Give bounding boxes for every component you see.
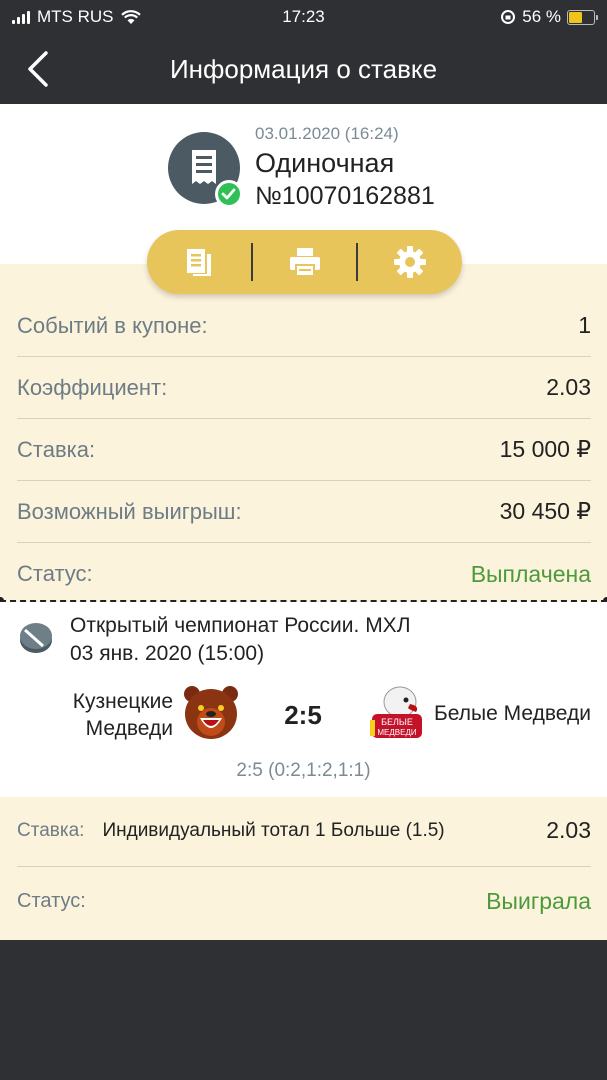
selection-status-value: Выиграла <box>486 888 591 914</box>
coefficient-value: 2.03 <box>546 374 591 400</box>
event-date: 03 янв. 2020 (15:00) <box>70 642 265 665</box>
battery-icon <box>567 9 598 25</box>
stake-label: Ставка: <box>17 436 96 462</box>
selection-stake-label: Ставка: <box>17 819 85 841</box>
bet-number: №10070162881 <box>255 182 435 210</box>
match-score: 2:5 <box>284 700 322 730</box>
bet-selection-row: Ставка: Индивидуальный тотал 1 Больше (1… <box>17 817 591 844</box>
stake-value: 15 000 ₽ <box>499 436 591 462</box>
championship-name: Открытый чемпионат России. МХЛ <box>70 614 411 637</box>
selection-status-row: Статус: Выиграла <box>17 888 591 915</box>
selection-description: Индивидуальный тотал 1 Больше (1.5) <box>102 819 445 841</box>
events-count-row: Событий в купоне: 1 <box>17 295 591 357</box>
possible-win-value: 30 450 ₽ <box>499 498 591 524</box>
bet-date: 03.01.2020 (16:24) <box>255 124 399 143</box>
bet-type: Одиночная <box>255 148 395 178</box>
coefficient-row: Коэффициент: 2.03 <box>17 357 591 419</box>
home-team-name: Кузнецкие Медведи <box>72 690 173 740</box>
selection-odds: 2.03 <box>546 817 591 843</box>
settings-icon <box>394 246 427 278</box>
bet-status-value: Выплачена <box>470 560 591 587</box>
stake-row: Ставка: 15 000 ₽ <box>17 419 591 481</box>
selection-status-label: Статус: <box>17 890 86 912</box>
print-icon <box>289 248 320 277</box>
home-team-logo <box>184 686 238 739</box>
copy-button[interactable] <box>147 230 251 294</box>
event-card: Открытый чемпионат России. МХЛ 03 янв. 2… <box>0 602 607 797</box>
coefficient-label: Коэффициент: <box>17 374 168 400</box>
possible-win-row: Возможный выигрыш: 30 450 ₽ <box>17 481 591 543</box>
possible-win-label: Возможный выигрыш: <box>17 498 242 524</box>
events-count-value: 1 <box>578 312 591 338</box>
print-button[interactable] <box>253 230 357 294</box>
orientation-lock-icon <box>501 10 516 24</box>
bet-status-label: Статус: <box>17 561 93 586</box>
nav-bar: Информация о ставке <box>0 34 607 104</box>
settings-button[interactable] <box>358 230 462 294</box>
status-bar: MTS RUS 17:23 56 % <box>0 0 607 34</box>
empty-area <box>0 940 607 1080</box>
page-title: Информация о ставке <box>169 54 438 84</box>
battery-percent: 56 % <box>522 7 561 26</box>
away-team-name: Белые Медведи <box>434 702 591 725</box>
check-icon <box>215 180 243 208</box>
bet-divider <box>17 866 591 867</box>
away-team-logo: БЕЛЫЕ МЕДВЕДИ <box>370 686 422 738</box>
hockey-puck-icon <box>20 623 52 653</box>
copy-icon <box>186 249 211 276</box>
period-score: 2:5 (0:2,1:2,1:1) <box>236 760 371 781</box>
events-count-label: Событий в купоне: <box>17 312 208 338</box>
bet-status-row: Статус: Выплачена <box>17 543 591 605</box>
svg-text:МЕДВЕДИ: МЕДВЕДИ <box>377 728 417 737</box>
svg-text:БЕЛЫЕ: БЕЛЫЕ <box>381 717 413 727</box>
action-toolbar <box>147 230 462 294</box>
status-right: 56 % <box>500 7 598 27</box>
